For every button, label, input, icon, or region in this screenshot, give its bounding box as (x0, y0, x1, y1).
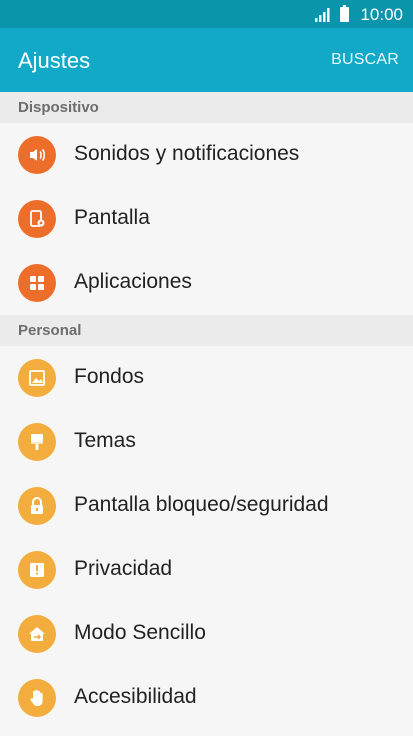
settings-item-label: Modo Sencillo (74, 621, 206, 644)
settings-item-sonidos[interactable]: Sonidos y notificaciones (0, 123, 413, 187)
display-settings-icon (18, 200, 56, 238)
settings-item-pantalla-bloqueo[interactable]: Pantalla bloqueo/seguridad (0, 474, 413, 538)
signal-icon (315, 8, 330, 22)
settings-item-label: Pantalla (74, 206, 150, 229)
app-bar: Ajustes BUSCAR (0, 28, 413, 92)
settings-item-label: Fondos (74, 365, 145, 388)
settings-item-label: Aplicaciones (74, 270, 192, 293)
battery-icon (340, 5, 349, 22)
settings-item-pantalla[interactable]: Pantalla (0, 187, 413, 251)
section-header-dispositivo: Dispositivo (0, 92, 413, 123)
brush-icon (18, 423, 56, 461)
settings-item-label: Temas (74, 429, 136, 452)
lock-icon (18, 487, 56, 525)
search-button[interactable]: BUSCAR (331, 51, 399, 69)
status-bar: 10:00 (0, 0, 413, 28)
hand-icon (18, 679, 56, 717)
settings-item-label: Privacidad (74, 557, 173, 580)
apps-grid-icon (18, 264, 56, 302)
settings-item-aplicaciones[interactable]: Aplicaciones (0, 251, 413, 315)
settings-item-modo-sencillo[interactable]: Modo Sencillo (0, 602, 413, 666)
privacy-icon (18, 551, 56, 589)
settings-item-label: Pantalla bloqueo/seguridad (74, 493, 329, 516)
settings-item-label: Sonidos y notificaciones (74, 142, 300, 165)
wallpaper-icon (18, 359, 56, 397)
settings-item-privacidad[interactable]: Privacidad (0, 538, 413, 602)
settings-item-accesibilidad[interactable]: Accesibilidad (0, 666, 413, 730)
settings-item-label: Accesibilidad (74, 685, 197, 708)
section-header-personal: Personal (0, 315, 413, 346)
status-time: 10:00 (360, 5, 403, 24)
speaker-icon (18, 136, 56, 174)
page-title: Ajustes (18, 48, 91, 73)
easy-mode-icon (18, 615, 56, 653)
settings-item-fondos[interactable]: Fondos (0, 346, 413, 410)
settings-item-temas[interactable]: Temas (0, 410, 413, 474)
